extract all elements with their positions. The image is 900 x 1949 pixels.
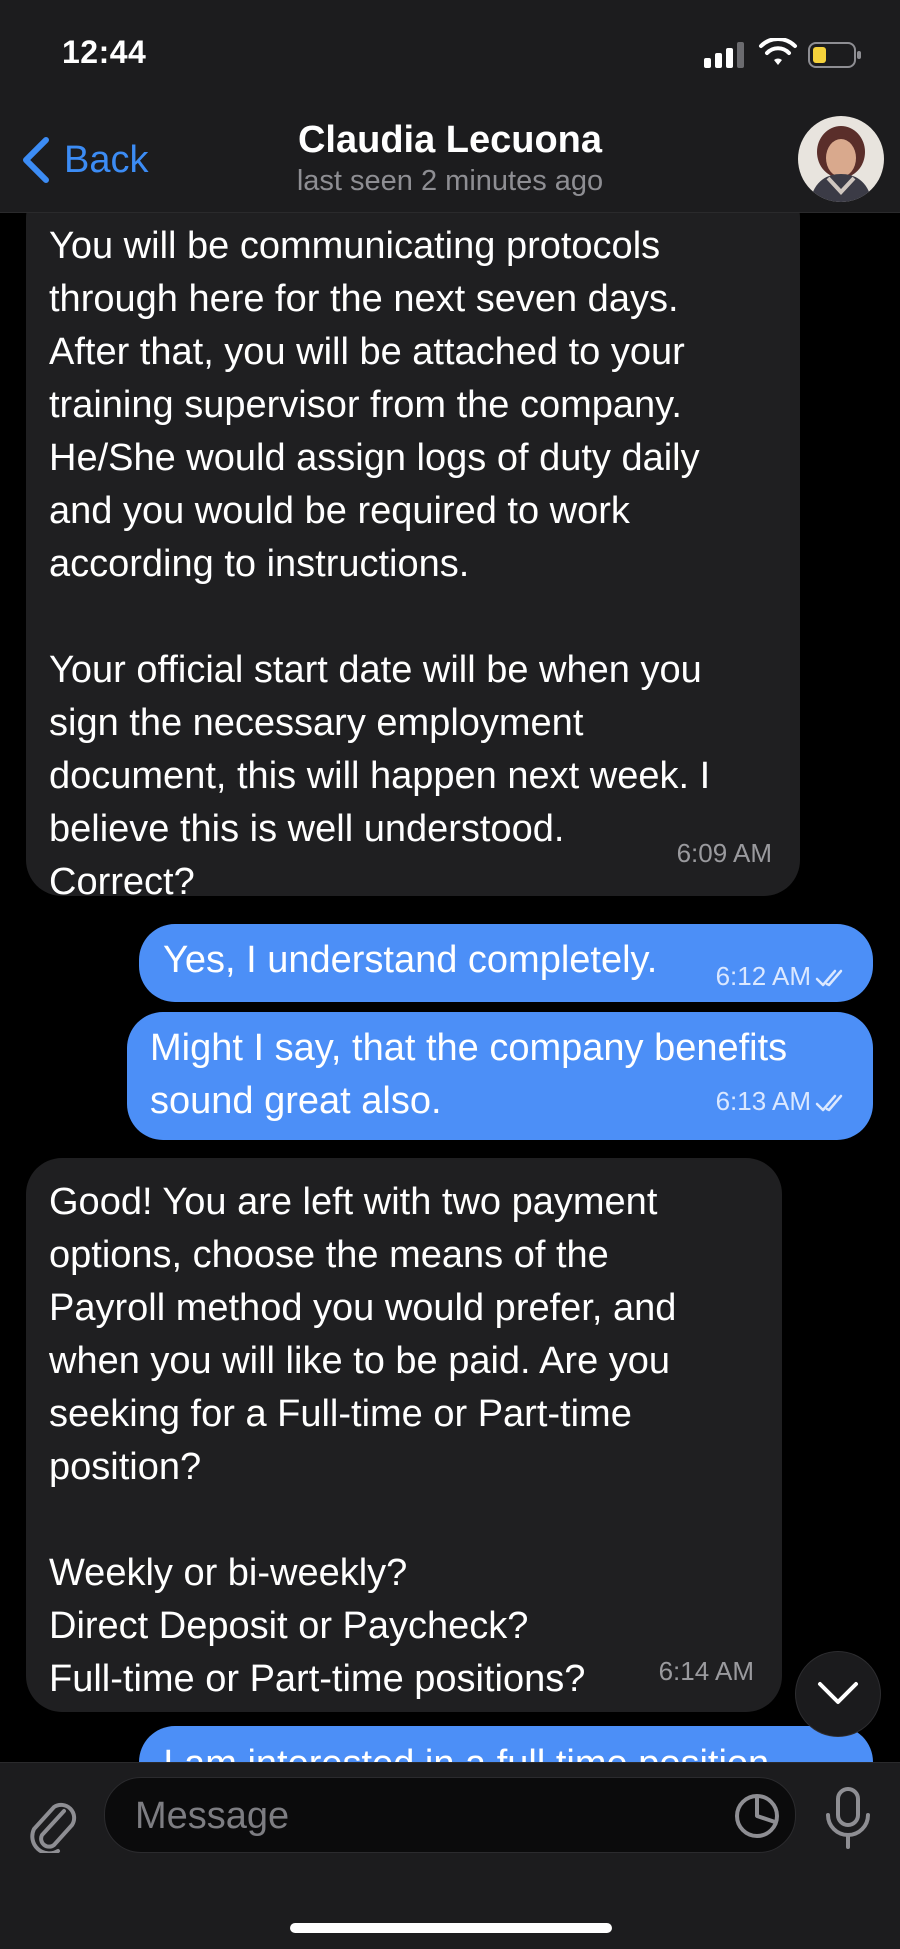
message-bubble-incoming[interactable]: You will be communicating protocols thro…	[26, 212, 800, 903]
message-text: Yes, I understand completely.	[163, 939, 658, 981]
last-seen-status: last seen 2 minutes ago	[296, 165, 604, 197]
message-input[interactable]	[133, 1778, 697, 1854]
message-time: 6:12 AM	[716, 950, 851, 1003]
attach-icon[interactable]	[24, 1793, 78, 1853]
read-checks-icon	[815, 1094, 843, 1112]
scroll-to-bottom-button[interactable]	[796, 1652, 880, 1736]
message-time-label: 6:13 AM	[715, 1086, 811, 1116]
chat-title[interactable]: Claudia Lecuona last seen 2 minutes ago	[200, 118, 700, 200]
message-text: You will be communicating protocols thro…	[49, 225, 711, 903]
read-checks-icon	[815, 969, 843, 987]
message-time: 6:14 AM	[658, 1656, 754, 1686]
message-text: Might I say, that the company benefits s…	[150, 1027, 788, 1122]
back-label: Back	[64, 138, 149, 181]
message-bubble-outgoing[interactable]: Might I say, that the company benefits s…	[127, 1012, 873, 1140]
avatar-photo	[798, 116, 884, 202]
chevron-down-icon	[818, 1682, 858, 1704]
status-time: 12:44	[62, 34, 147, 70]
message-time: 6:13 AM	[716, 1075, 851, 1128]
message-bubble-incoming[interactable]: Good! You are left with two payment opti…	[26, 1158, 782, 1712]
message-time: 6:09 AM	[676, 838, 772, 868]
message-field[interactable]	[104, 1777, 796, 1854]
message-text: Good! You are left with two payment opti…	[49, 1181, 677, 1700]
battery-icon	[808, 42, 861, 68]
back-button[interactable]: Back	[18, 130, 148, 190]
microphone-icon[interactable]	[820, 1785, 876, 1851]
back-chevron-icon	[23, 137, 49, 183]
message-time-label: 6:12 AM	[715, 961, 811, 991]
sticker-icon[interactable]	[733, 1792, 781, 1840]
avatar[interactable]	[798, 116, 884, 202]
home-indicator	[290, 1923, 612, 1933]
message-input-bar	[0, 1762, 900, 1949]
message-bubble-outgoing[interactable]: Yes, I understand completely. 6:12 AM	[139, 924, 873, 1002]
message-bubble-outgoing[interactable]: I am interested in a full time position	[139, 1726, 873, 1762]
wifi-icon	[759, 38, 797, 65]
top-bar: 12:44 Back Claudia Lecuona last seen 2 m…	[0, 0, 900, 213]
contact-name: Claudia Lecuona	[297, 119, 603, 161]
message-list[interactable]: You will be communicating protocols thro…	[0, 212, 900, 1762]
message-text: I am interested in a full time position	[163, 1738, 769, 1762]
signal-icon	[704, 40, 746, 68]
